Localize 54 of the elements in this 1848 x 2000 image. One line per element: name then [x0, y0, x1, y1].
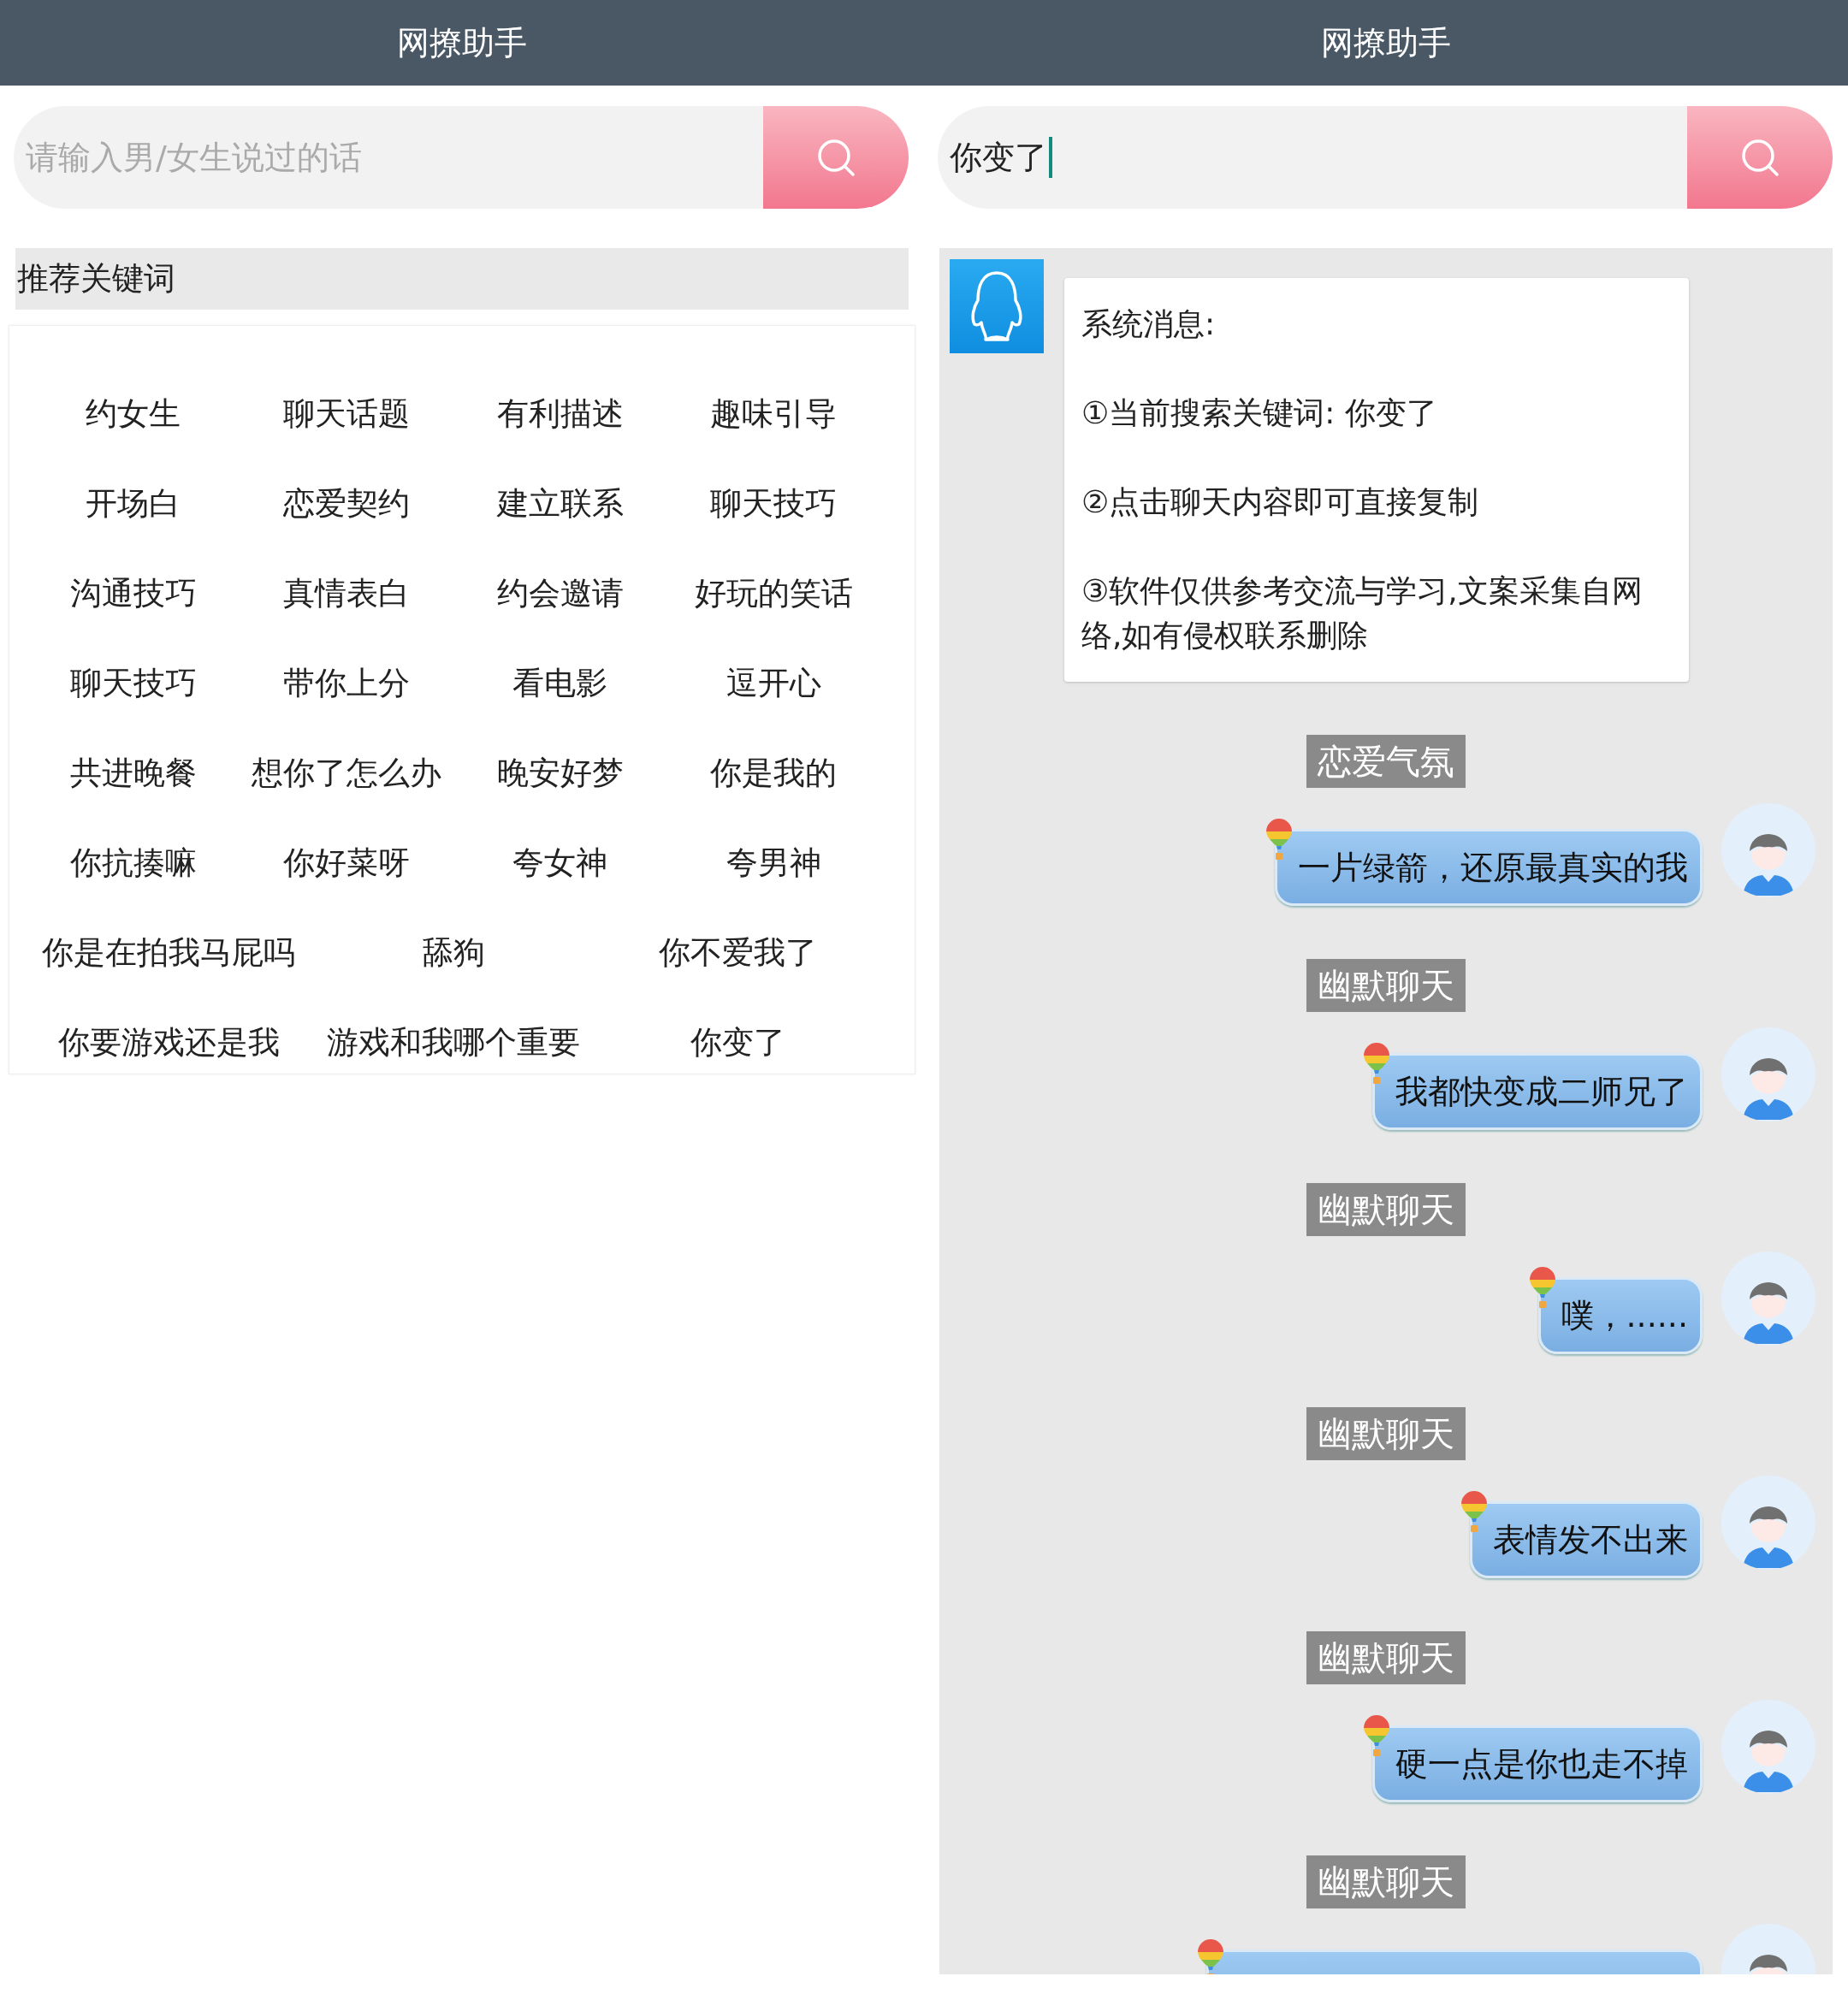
keyword-link[interactable]: 开场白	[86, 482, 181, 525]
keyword-link[interactable]: 你抗揍嘛	[69, 841, 197, 885]
keyword-link[interactable]: 逗开心	[726, 661, 821, 705]
keyword-link[interactable]: 真情表白	[283, 571, 411, 615]
search-button[interactable]	[763, 106, 909, 209]
keyword-link[interactable]: 趣味引导	[710, 392, 838, 435]
keyword-link[interactable]: 约女生	[86, 392, 181, 435]
app-title: 网撩助手	[397, 22, 527, 63]
search-field[interactable]: 请输入男/女生说过的话	[14, 106, 763, 209]
keyword-link[interactable]: 你要游戏还是我	[57, 1021, 280, 1064]
system-message-line: ①当前搜索关键词: 你变了	[1081, 394, 1438, 432]
message-bubble[interactable]: 硬一点是你也走不掉	[1372, 1725, 1703, 1802]
keyword-link[interactable]: 好玩的笑话	[694, 571, 853, 615]
category-tag: 幽默聊天	[1306, 1407, 1466, 1460]
keyword-link[interactable]: 约会邀请	[496, 571, 624, 615]
keyword-link[interactable]: 你变了	[690, 1021, 786, 1064]
keyword-link[interactable]: 有利描述	[496, 392, 624, 435]
keyword-link[interactable]: 带你上分	[283, 661, 411, 705]
keyword-link[interactable]: 你好菜呀	[283, 841, 411, 885]
keyword-link[interactable]: 聊天话题	[283, 392, 411, 435]
keyword-link[interactable]: 夸女神	[512, 841, 608, 885]
category-tag: 幽默聊天	[1306, 959, 1466, 1012]
keyword-link[interactable]: 你是在拍我马屁吗	[42, 931, 296, 974]
system-message-line: ③软件仅供参考交流与学习,文案采集自网络,如有侵权联系删除	[1081, 572, 1644, 654]
keyword-link[interactable]: 晚安好梦	[496, 751, 624, 795]
category-tag: 幽默聊天	[1306, 1183, 1466, 1236]
message-bubble[interactable]: 表情发不出来	[1470, 1501, 1703, 1578]
keyword-link[interactable]: 聊天技巧	[710, 482, 838, 525]
balloon-icon	[1196, 1938, 1225, 1974]
keyword-link[interactable]: 夸男神	[726, 841, 821, 885]
message-bubble[interactable]: 我都快变成二师兄了	[1372, 1053, 1703, 1130]
keyword-link[interactable]: 你是我的	[710, 751, 838, 795]
message-bubble[interactable]: 噗，......	[1537, 1277, 1703, 1354]
keyword-link[interactable]: 想你了怎么办	[252, 751, 442, 795]
system-message-title: 系统消息:	[1081, 305, 1217, 343]
keyword-link[interactable]: 共进晚餐	[69, 751, 197, 795]
message-bubble[interactable]: 一片绿箭，还原最真实的我	[1275, 829, 1703, 906]
keyword-link[interactable]: 沟通技巧	[69, 571, 197, 615]
system-message-line: ②点击聊天内容即可直接复制	[1081, 483, 1480, 521]
search-field[interactable]: 你变了	[938, 106, 1687, 209]
keyword-link[interactable]: 建立联系	[496, 482, 624, 525]
search-value: 你变了	[950, 137, 1047, 178]
category-tag: 恋爱气氛	[1306, 735, 1466, 788]
section-title: 推荐关键词	[17, 259, 175, 299]
category-tag: 幽默聊天	[1306, 1631, 1466, 1684]
keyword-link[interactable]: 舔狗	[422, 931, 485, 974]
keyword-link[interactable]: 恋爱契约	[283, 482, 411, 525]
search-button[interactable]	[1687, 106, 1833, 209]
keyword-link[interactable]: 聊天技巧	[69, 661, 197, 705]
keyword-link[interactable]: 你不爱我了	[659, 931, 818, 974]
category-tag: 幽默聊天	[1306, 1855, 1466, 1908]
app-title: 网撩助手	[1321, 22, 1451, 63]
keyword-link[interactable]: 看电影	[512, 661, 608, 705]
keyword-link[interactable]: 游戏和我哪个重要	[327, 1021, 580, 1064]
